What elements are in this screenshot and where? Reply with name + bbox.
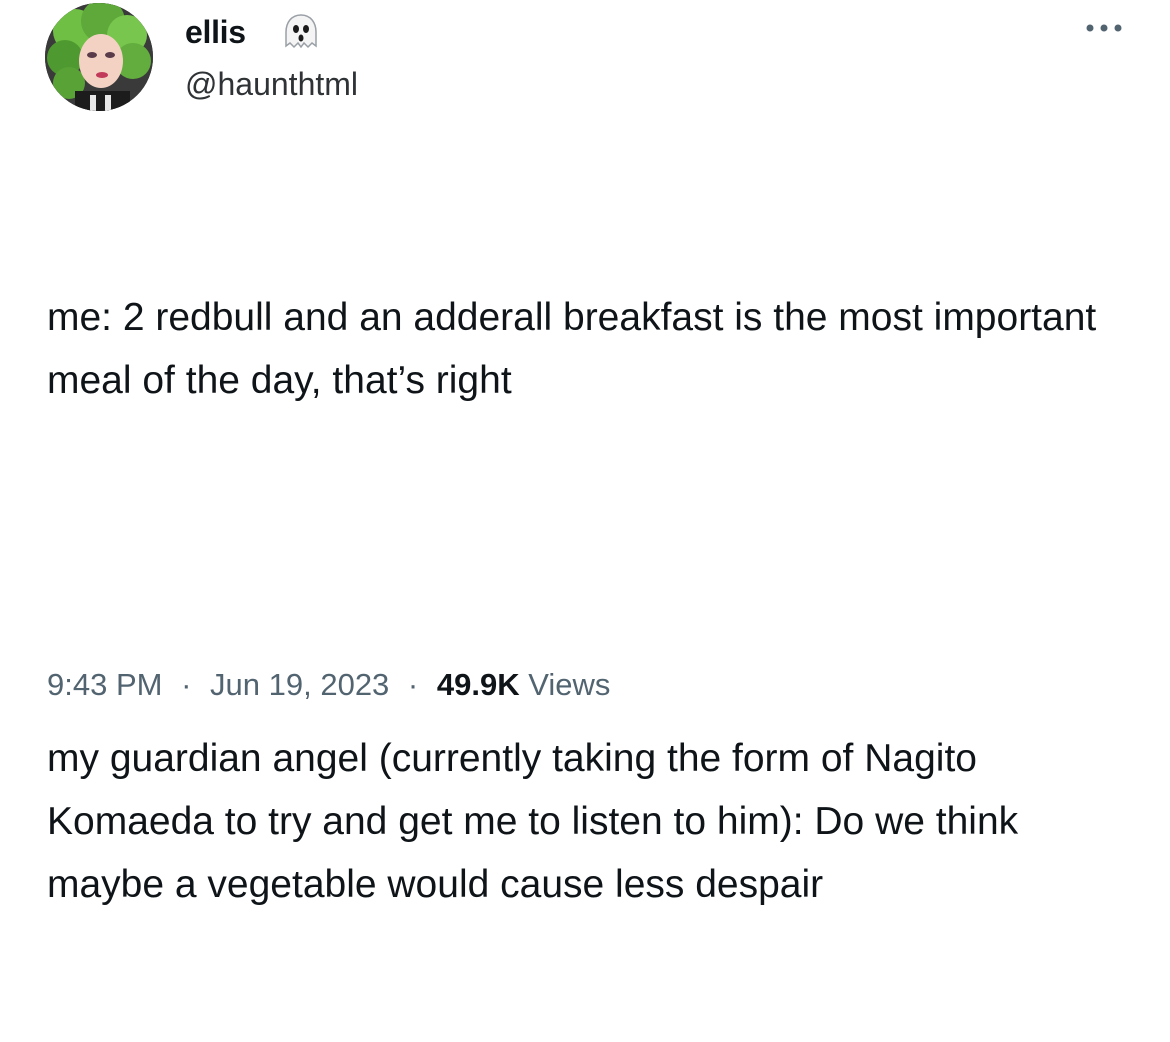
user-handle[interactable]: @haunthtml — [185, 64, 358, 104]
tweet-date[interactable]: Jun 19, 2023 — [210, 667, 389, 702]
tweet-text: me: 2 redbull and an adderall breakfast … — [47, 160, 1137, 1042]
tweet-meta: 9:43 PM · Jun 19, 2023 · 49.9K Views — [47, 660, 610, 710]
views-count[interactable]: 49.9K — [437, 667, 520, 702]
views-label: Views — [528, 667, 611, 702]
avatar[interactable] — [45, 3, 153, 111]
display-name[interactable]: ellis — [185, 12, 246, 52]
tweet-paragraph: me: 2 redbull and an adderall breakfast … — [47, 296, 1108, 402]
meta-separator: · — [407, 667, 419, 702]
ghost-icon — [280, 12, 322, 52]
tweet-time[interactable]: 9:43 PM — [47, 667, 162, 702]
meta-separator: · — [181, 667, 192, 702]
tweet-card: ellis @haunthtml me: 2 redbull and an ad… — [0, 0, 1170, 906]
more-options-icon[interactable] — [1082, 18, 1130, 38]
tweet-paragraph: my guardian angel (currently taking the … — [47, 737, 1029, 906]
avatar-image — [45, 3, 153, 111]
